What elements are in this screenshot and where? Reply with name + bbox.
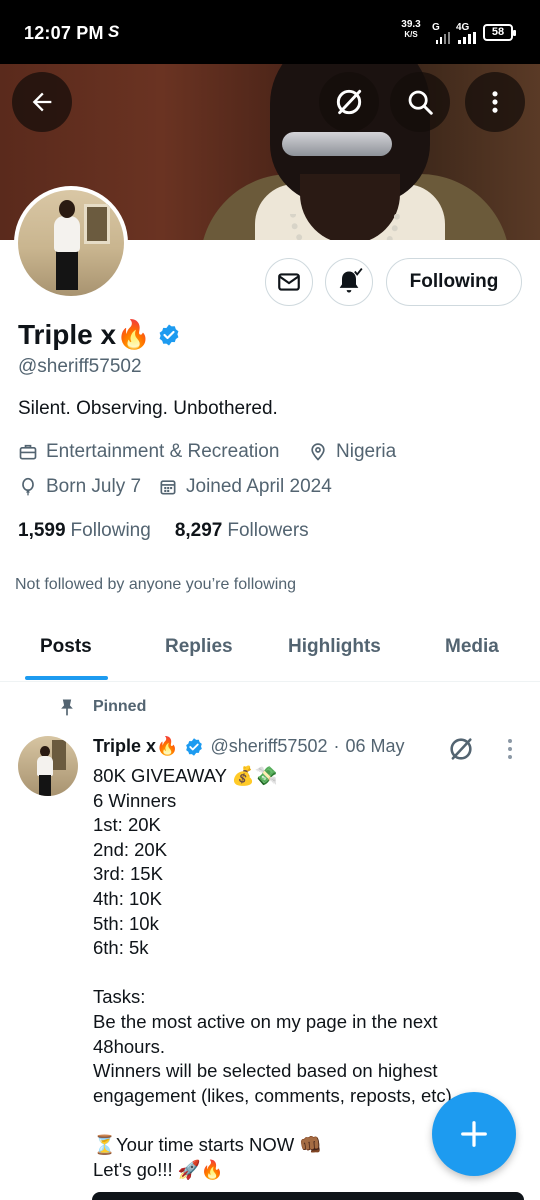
network-speed: 39.3 K/S [398, 20, 424, 40]
post-separator: · [333, 736, 340, 756]
handle: @sheriff57502 [18, 356, 142, 377]
not-followed-text: Not followed by anyone you’re following [15, 576, 297, 593]
post-text[interactable]: 80K GIVEAWAY 💰💸 6 Winners 1st: 20K 2nd: … [93, 764, 493, 1182]
tab-replies[interactable]: Replies [165, 636, 233, 658]
bio: Silent. Observing. Unbothered. [18, 398, 278, 419]
post-date[interactable]: 06 May [345, 736, 404, 757]
location-pin-icon [311, 443, 325, 461]
location-row: Nigeria [308, 441, 396, 463]
notifications-button[interactable] [325, 258, 373, 306]
compose-post-button[interactable] [432, 1092, 516, 1176]
location: Nigeria [336, 441, 397, 462]
search-button[interactable] [390, 72, 450, 132]
followers-link[interactable]: 8,297 Followers [175, 520, 309, 542]
follow-counts: 1,599 Following 8,297 Followers [18, 520, 309, 542]
post-author-handle[interactable]: @sheriff57502 [210, 736, 327, 757]
battery-icon: 58 [483, 24, 516, 41]
tab-posts[interactable]: Posts [40, 636, 92, 658]
network-speed-value: 39.3 [401, 19, 421, 30]
more-vertical-icon [492, 91, 498, 113]
followers-label: Followers [227, 520, 309, 541]
followers-count: 8,297 [174, 520, 223, 541]
profile-avatar[interactable] [14, 186, 128, 300]
mail-icon [278, 273, 300, 291]
signal-icon [436, 32, 450, 44]
verified-badge-icon[interactable] [157, 323, 181, 347]
pinned-indicator: Pinned [57, 696, 146, 718]
joined-row: Joined April 2024 [158, 476, 332, 498]
briefcase-icon [19, 444, 37, 460]
following-label: Following [70, 520, 151, 541]
following-link[interactable]: 1,599 Following [18, 520, 151, 542]
network-speed-unit: K/S [404, 30, 418, 39]
category-row: Entertainment & Recreation [18, 441, 279, 463]
bell-check-icon [339, 268, 363, 293]
grok-icon[interactable] [447, 735, 475, 763]
back-button[interactable] [12, 72, 72, 132]
active-tab-indicator [25, 676, 108, 680]
birthday-row: Born July 7 [18, 476, 141, 498]
following-count: 1,599 [18, 520, 66, 541]
status-time: 12:07 PM [24, 23, 104, 43]
search-icon [408, 90, 433, 115]
post-author-name[interactable]: Triple x🔥 [93, 736, 178, 757]
calendar-icon [160, 480, 176, 495]
status-bar: 12:07 PM S 39.3 K/S G 4G 58 [0, 0, 540, 64]
more-options-button[interactable] [465, 72, 525, 132]
profile-tabs: Posts Replies Highlights Media [0, 614, 540, 682]
display-name-row: Triple x🔥 [18, 318, 181, 351]
app-notification-icon: S [108, 22, 120, 41]
birthday: Born July 7 [46, 476, 142, 497]
pin-icon [61, 699, 73, 716]
balloon-icon [22, 477, 34, 496]
post-header: Triple x🔥 @sheriff57502 · 06 May [93, 736, 405, 757]
category[interactable]: Entertainment & Recreation [46, 441, 279, 463]
plus-icon [461, 1121, 487, 1147]
tab-media[interactable]: Media [445, 636, 499, 658]
message-button[interactable] [265, 258, 313, 306]
display-name: Triple x🔥 [18, 319, 151, 350]
post-more-icon[interactable] [500, 737, 520, 761]
joined-date: Joined April 2024 [186, 476, 332, 497]
grok-button[interactable] [319, 72, 379, 132]
signal-strength-icon [458, 32, 476, 44]
grok-icon [336, 89, 362, 115]
arrow-left-icon [32, 92, 52, 112]
tab-highlights[interactable]: Highlights [288, 636, 381, 658]
verified-badge-icon [186, 737, 203, 756]
post-media-preview[interactable] [92, 1192, 524, 1200]
post-author-avatar[interactable] [18, 736, 78, 796]
pinned-label: Pinned [93, 698, 147, 715]
following-button[interactable]: Following [386, 258, 522, 306]
